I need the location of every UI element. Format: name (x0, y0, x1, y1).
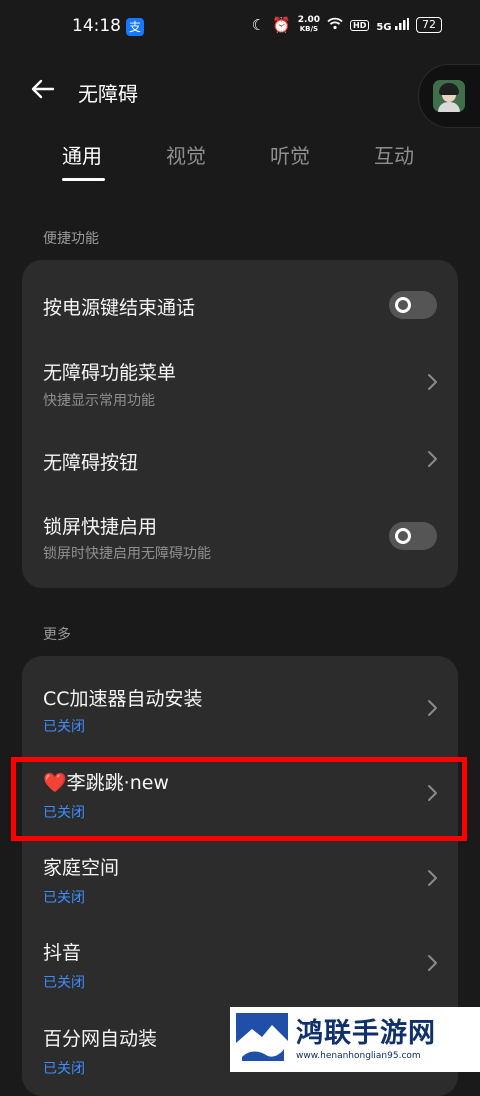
list-item-accessibility-menu[interactable]: 无障碍功能菜单 快捷显示常用功能 (22, 350, 458, 428)
item-status: 已关闭 (43, 890, 85, 906)
chevron-right-icon (428, 700, 437, 716)
status-bar: 14:18 支 ☾ ⏰ 2.00 KB/S HD 5G 72 (0, 0, 480, 56)
section-label-more: 更多 (43, 627, 71, 643)
list-item-family-space[interactable]: 家庭空间 已关闭 (22, 836, 458, 922)
back-button[interactable] (26, 72, 60, 106)
chevron-right-icon (428, 374, 437, 390)
item-title: 抖音 (43, 942, 82, 964)
moon-icon: ☾ (251, 16, 266, 34)
net-speed-unit: KB/S (299, 25, 319, 33)
shortcuts-card: 按电源键结束通话 无障碍功能菜单 快捷显示常用功能 无障碍按钮 锁屏快捷启用 锁… (22, 260, 458, 588)
status-time: 14:18 (72, 16, 121, 36)
list-item-accessibility-button[interactable]: 无障碍按钮 (22, 428, 458, 498)
watermark: 鸿联手游网 www.henanhonglian95.com (230, 1007, 480, 1072)
floating-avatar-bubble[interactable] (418, 64, 480, 128)
watermark-text: 鸿联手游网 (296, 1018, 436, 1049)
avatar (433, 80, 465, 112)
net-speed: 2.00 KB/S (298, 16, 320, 34)
item-subtitle: 锁屏时快捷启用无障碍功能 (43, 546, 211, 562)
hd-badge: HD (350, 19, 370, 31)
list-item-power-key-end-call[interactable]: 按电源键结束通话 (22, 260, 458, 350)
battery-indicator: 72 (416, 17, 442, 33)
item-title: CC加速器自动安装 (43, 688, 203, 710)
highlight-annotation-box (11, 757, 467, 841)
item-status: 已关闭 (43, 719, 85, 735)
item-title: 锁屏快捷启用 (43, 516, 158, 538)
alipay-notification-icon: 支 (126, 18, 144, 36)
item-title: 无障碍按钮 (43, 452, 139, 474)
list-item-lockscreen-shortcut[interactable]: 锁屏快捷启用 锁屏时快捷启用无障碍功能 (22, 498, 458, 588)
item-title: 家庭空间 (43, 857, 120, 879)
section-label-shortcuts: 便捷功能 (43, 231, 99, 247)
item-status: 已关闭 (43, 1061, 85, 1077)
chevron-right-icon (428, 955, 437, 971)
active-tab-indicator (62, 178, 105, 181)
chevron-right-icon (428, 870, 437, 886)
item-status: 已关闭 (43, 975, 85, 991)
chevron-right-icon (428, 451, 437, 467)
watermark-url: www.henanhonglian95.com (296, 1051, 421, 1061)
signal-icon: 5G (376, 17, 409, 33)
item-subtitle: 快捷显示常用功能 (43, 393, 155, 409)
item-title: 按电源键结束通话 (43, 297, 196, 319)
page-title: 无障碍 (78, 82, 138, 106)
wifi-icon (327, 17, 343, 33)
status-icons: ☾ ⏰ 2.00 KB/S HD 5G 72 (252, 16, 442, 34)
back-arrow-icon (31, 79, 55, 99)
power-key-end-call-toggle[interactable] (389, 291, 437, 319)
alarm-icon: ⏰ (272, 16, 291, 34)
lockscreen-shortcut-toggle[interactable] (389, 522, 437, 550)
net-speed-value: 2.00 (297, 15, 320, 25)
watermark-logo (236, 1013, 288, 1065)
list-item-cc-accelerator[interactable]: CC加速器自动安装 已关闭 (22, 656, 458, 750)
list-item-douyin[interactable]: 抖音 已关闭 (22, 922, 458, 1008)
tab-general[interactable]: 通用 (62, 140, 102, 169)
item-title: 百分网自动装 (43, 1028, 158, 1050)
tab-bar: 通用 视觉 听觉 互动 (0, 136, 480, 186)
tab-visual[interactable]: 视觉 (166, 140, 206, 169)
item-title: 无障碍功能菜单 (43, 362, 177, 384)
tab-hearing[interactable]: 听觉 (270, 140, 310, 169)
tab-interaction[interactable]: 互动 (374, 140, 414, 169)
top-bar: 无障碍 (0, 60, 480, 128)
signal-gen: 5G (376, 21, 392, 33)
